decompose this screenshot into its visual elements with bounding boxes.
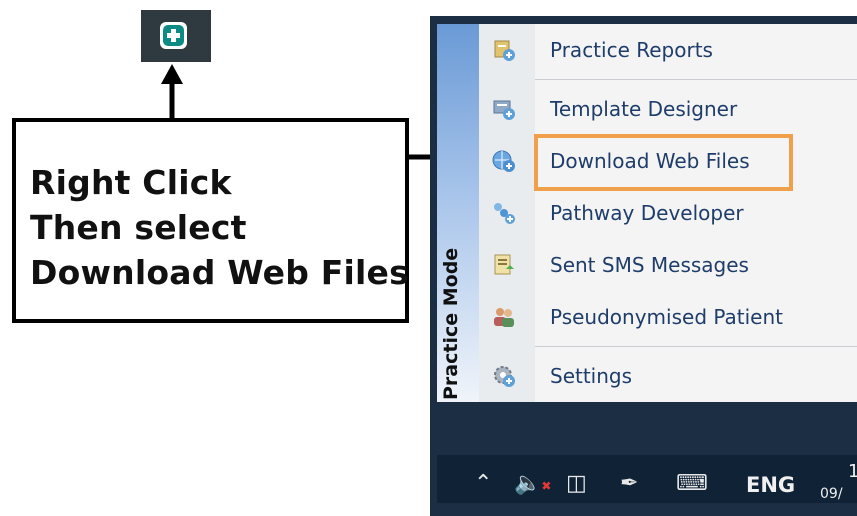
menu-item-pathway-developer[interactable]: Pathway Developer <box>479 187 857 239</box>
language-indicator[interactable]: ENG <box>746 473 795 497</box>
chevron-up-icon[interactable]: ⌃ <box>474 472 492 496</box>
taskbar-clock[interactable]: 1 09/ <box>820 458 857 502</box>
up-arrow-head <box>161 64 183 84</box>
menu-item-label: Pseudonymised Patient <box>550 305 784 329</box>
menu-item-label: Practice Reports <box>550 38 713 62</box>
keyboard-icon[interactable]: ⌨ <box>676 472 708 496</box>
settings-gear-icon <box>494 366 515 387</box>
network-icon[interactable]: ◫ <box>566 472 587 496</box>
patients-icon <box>494 308 514 327</box>
callout-line-3: Download Web Files <box>30 253 409 292</box>
menu-item-label: Settings <box>550 364 633 388</box>
callout-line-2: Then select <box>30 208 247 247</box>
download-web-files-highlight <box>534 134 793 191</box>
menu-item-label: Pathway Developer <box>550 201 744 225</box>
reports-icon <box>494 40 515 61</box>
clock-time: 1 <box>848 461 857 482</box>
pen-icon[interactable]: ✒ <box>620 472 638 496</box>
menu-separator <box>535 346 857 347</box>
menu-item-practice-reports[interactable]: Practice Reports <box>479 24 857 76</box>
menu-item-settings[interactable]: Settings <box>479 350 857 402</box>
instruction-callout: Right Click Then select Download Web Fil… <box>12 118 409 323</box>
pathway-icon <box>494 203 515 224</box>
template-icon <box>493 100 515 120</box>
globe-download-icon <box>492 150 515 172</box>
sms-icon <box>494 254 514 275</box>
menu-separator <box>535 79 857 80</box>
menu-item-sent-sms-messages[interactable]: Sent SMS Messages <box>479 239 857 291</box>
clock-date: 09/ <box>820 486 843 502</box>
menu-item-pseudonymised-patient[interactable]: Pseudonymised Patient <box>479 291 857 343</box>
callout-line-1: Right Click <box>30 163 232 202</box>
speaker-muted-icon[interactable]: 🔈✖ <box>514 472 551 498</box>
menu-item-label: Sent SMS Messages <box>550 253 749 277</box>
menu-item-template-designer[interactable]: Template Designer <box>479 83 857 135</box>
menu-item-label: Template Designer <box>550 97 738 121</box>
practice-mode-label: Practice Mode <box>440 247 462 400</box>
